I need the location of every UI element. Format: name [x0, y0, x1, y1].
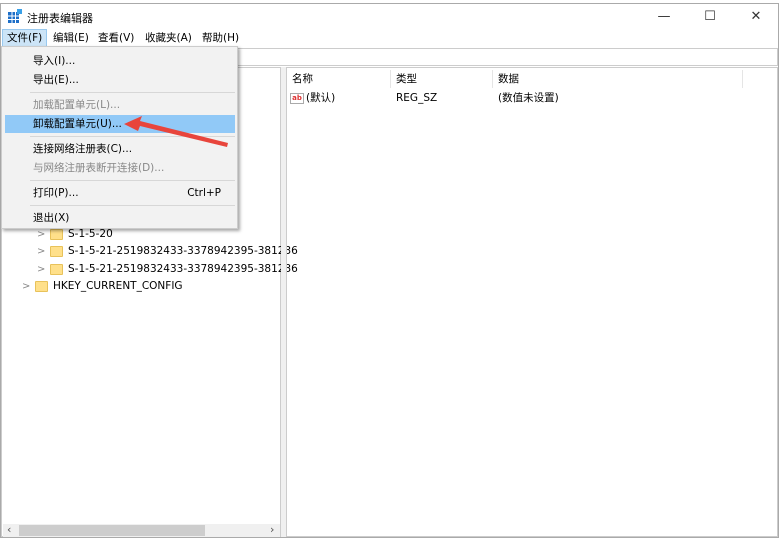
values-pane: 名称 类型 数据 ab (默认) REG_SZ (数值未设置) — [286, 67, 778, 537]
folder-icon — [35, 281, 48, 292]
string-value-icon: ab — [290, 93, 304, 104]
scroll-left-icon[interactable]: ‹ — [7, 523, 11, 536]
tree-item[interactable]: > S-1-5-21-2519832433-3378942395-381236 — [37, 243, 298, 260]
folder-icon — [50, 229, 63, 240]
list-row[interactable]: ab (默认) REG_SZ (数值未设置) — [290, 90, 770, 107]
registry-editor-window: 注册表编辑器 — ☐ ✕ 文件(F) 编辑(E) 查看(V) 收藏夹(A) 帮助… — [0, 3, 779, 538]
menu-item-disconnect-network-registry[interactable]: 与网络注册表断开连接(D)... — [5, 159, 235, 177]
chevron-right-icon[interactable]: > — [37, 261, 45, 278]
value-data: (数值未设置) — [498, 92, 559, 104]
column-header-data[interactable]: 数据 — [493, 70, 743, 88]
menu-file[interactable]: 文件(F) — [2, 29, 48, 47]
folder-icon — [50, 264, 63, 275]
tree-item-label: HKEY_CURRENT_CONFIG — [53, 280, 183, 292]
menu-separator — [30, 180, 235, 181]
menu-item-label: 打印(P)... — [33, 187, 79, 199]
column-header-type[interactable]: 类型 — [391, 70, 493, 88]
menu-bar: 文件(F) 编辑(E) 查看(V) 收藏夹(A) 帮助(H) — [1, 29, 778, 47]
chevron-right-icon[interactable]: > — [22, 278, 30, 295]
value-type: REG_SZ — [396, 92, 438, 104]
column-header-name[interactable]: 名称 — [287, 70, 391, 88]
value-name: (默认) — [306, 92, 336, 104]
menu-item-exit[interactable]: 退出(X) — [5, 209, 235, 227]
menu-item-unload-hive[interactable]: 卸载配置单元(U)... — [5, 115, 235, 133]
title-bar: 注册表编辑器 — ☐ ✕ — [1, 4, 778, 29]
minimize-button[interactable]: — — [641, 4, 687, 29]
folder-icon — [50, 246, 63, 257]
menu-separator — [30, 92, 235, 93]
menu-help[interactable]: 帮助(H) — [198, 29, 243, 47]
shortcut-label: Ctrl+P — [187, 187, 221, 199]
menu-item-import[interactable]: 导入(I)... — [5, 52, 235, 70]
menu-separator — [30, 205, 235, 206]
menu-item-print[interactable]: 打印(P)... Ctrl+P — [5, 184, 235, 202]
menu-item-export[interactable]: 导出(E)... — [5, 71, 235, 89]
menu-item-load-hive[interactable]: 加载配置单元(L)... — [5, 96, 235, 114]
tree-item-hkey-current-config[interactable]: > HKEY_CURRENT_CONFIG — [22, 278, 183, 295]
tree-item-label: S-1-5-21-2519832433-3378942395-381236 — [68, 245, 298, 257]
maximize-button[interactable]: ☐ — [687, 4, 733, 29]
window-title: 注册表编辑器 — [27, 12, 93, 25]
tree-item[interactable]: > S-1-5-21-2519832433-3378942395-381236 — [37, 261, 298, 278]
menu-favorites[interactable]: 收藏夹(A) — [141, 29, 196, 47]
close-button[interactable]: ✕ — [733, 4, 779, 29]
file-menu-dropdown: 导入(I)... 导出(E)... 加载配置单元(L)... 卸载配置单元(U)… — [1, 46, 238, 229]
menu-edit[interactable]: 编辑(E) — [49, 29, 93, 47]
tree-item-label: S-1-5-21-2519832433-3378942395-381236 — [68, 263, 298, 275]
scroll-right-icon[interactable]: › — [270, 523, 274, 536]
scrollbar-thumb[interactable] — [19, 525, 205, 536]
menu-view[interactable]: 查看(V) — [94, 29, 138, 47]
horizontal-scrollbar[interactable]: ‹ › — [3, 523, 280, 537]
chevron-right-icon[interactable]: > — [37, 243, 45, 260]
menu-separator — [30, 136, 235, 137]
menu-item-connect-network-registry[interactable]: 连接网络注册表(C)... — [5, 140, 235, 158]
regedit-icon — [8, 9, 22, 23]
